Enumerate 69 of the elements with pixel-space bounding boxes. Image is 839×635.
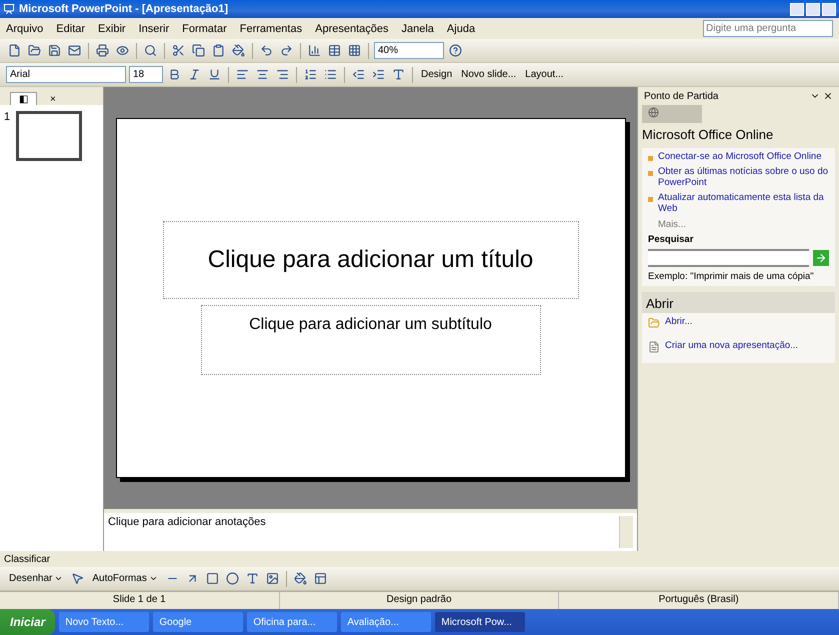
document-icon (648, 340, 660, 353)
copy-icon[interactable] (190, 42, 207, 59)
scrollbar (619, 516, 633, 548)
chart-icon[interactable] (306, 42, 323, 59)
autoshapes-menu[interactable]: AutoFormas (89, 570, 161, 588)
toolbar-button[interactable]: Novo slide... (458, 66, 520, 84)
restore-button[interactable] (806, 2, 820, 16)
grid-icon[interactable] (346, 42, 363, 59)
search-field[interactable] (648, 248, 809, 267)
search-label: Pesquisar (648, 234, 694, 245)
pane-tab[interactable]: ◧ (10, 92, 37, 105)
slide-thumbnail[interactable] (16, 111, 82, 161)
toolbar-button[interactable]: Design (418, 66, 456, 84)
menu-item[interactable]: Inserir (138, 22, 170, 34)
menu-item[interactable]: Exibir (98, 22, 126, 34)
taskbar-button[interactable]: Microsoft Pow... (435, 612, 526, 632)
menu-item[interactable]: Arquivo (6, 22, 44, 34)
minimize-button[interactable] (790, 2, 804, 16)
taskbar-button[interactable]: Novo Texto... (59, 612, 150, 632)
pane-link[interactable]: Criar uma nova apresentação... (665, 340, 798, 353)
draw-menu[interactable]: Desenhar (6, 570, 66, 588)
menu-item[interactable]: Formatar (182, 22, 227, 34)
menu-item[interactable]: Ajuda (446, 22, 476, 34)
go-button[interactable] (813, 250, 829, 266)
caret-icon (54, 574, 64, 583)
help-icon[interactable] (447, 42, 464, 59)
slide-number: 1 (4, 111, 10, 123)
menu-item[interactable]: Apresentações (315, 22, 388, 34)
help-field[interactable]: Digite uma pergunta (703, 20, 833, 37)
menu-item[interactable]: Janela (402, 22, 434, 34)
folder-icon (648, 316, 660, 329)
ellipse-icon[interactable] (224, 570, 241, 587)
size-combo[interactable]: 18 (129, 66, 163, 83)
menu-item[interactable]: Editar (56, 22, 86, 34)
globe-icon[interactable] (648, 107, 659, 118)
caret-icon (148, 574, 158, 583)
more-link[interactable]: Mais... (648, 218, 829, 230)
print-icon[interactable] (94, 42, 111, 59)
search-icon[interactable] (142, 42, 159, 59)
taskbar-button[interactable]: Google (153, 612, 244, 632)
bullet-icon (648, 170, 653, 176)
title-placeholder[interactable]: Clique para adicionar um título (162, 221, 578, 299)
font-combo[interactable]: Arial (6, 66, 126, 83)
taskbar-button[interactable]: Avaliação... (341, 612, 432, 632)
pane-link[interactable]: Abrir... (665, 316, 692, 329)
search-example: Exemplo: "Imprimir mais de uma cópia" (648, 270, 815, 282)
table-icon[interactable] (326, 42, 343, 59)
toolbar-button[interactable]: Layout... (522, 66, 567, 84)
section-heading: Abrir (642, 292, 835, 313)
close-button[interactable] (822, 2, 836, 16)
arrow-icon (815, 252, 827, 264)
taskbar-button[interactable]: Oficina para... (247, 612, 338, 632)
window-title: Microsoft PowerPoint - [Apresentação1] (19, 3, 228, 15)
bullet-icon (648, 196, 653, 202)
fill-icon[interactable] (292, 570, 309, 587)
view-tab[interactable]: Classificar (4, 554, 50, 564)
close-icon[interactable] (823, 91, 833, 101)
menu-item[interactable]: Ferramentas (240, 22, 302, 34)
start-button[interactable]: Iniciar (0, 609, 56, 635)
zoom-combo[interactable]: 40% (374, 42, 444, 59)
app-icon (3, 3, 15, 15)
pane-link[interactable]: Conectar-se ao Microsoft Office Online (658, 152, 822, 163)
pane-title: Ponto de Partida (644, 90, 718, 102)
section-heading: Microsoft Office Online (641, 126, 774, 144)
subtitle-placeholder[interactable]: Clique para adicionar um subtítulo (200, 305, 540, 375)
bullet-icon (648, 156, 653, 161)
save-icon[interactable] (46, 42, 63, 59)
pane-link[interactable]: Obter as últimas notícias sobre o uso do PowerPoint (658, 166, 829, 189)
pane-link[interactable]: Atualizar automaticamente esta lista da Web (658, 192, 829, 215)
